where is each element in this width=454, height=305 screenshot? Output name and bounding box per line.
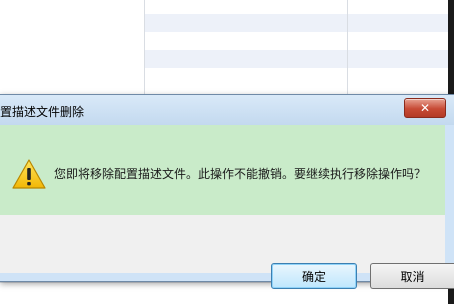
background-table-row [145,50,448,68]
background-table-row [145,14,448,32]
warning-icon [12,159,46,189]
ok-button[interactable]: 确定 [271,263,357,289]
dialog-body: 您即将移除配置描述文件。此操作不能撤销。要继续执行移除操作吗？ 确定 取消 [0,125,454,289]
cancel-button[interactable]: 取消 [370,263,454,289]
close-button[interactable]: ✕ [404,98,446,118]
close-icon: ✕ [419,101,431,115]
confirmation-message: 您即将移除配置描述文件。此操作不能撤销。要继续执行移除操作吗？ [54,167,427,181]
message-area: 您即将移除配置描述文件。此操作不能撤销。要继续执行移除操作吗？ [0,125,445,215]
dialog-title: 置描述文件删除 [0,105,85,119]
dialog-titlebar[interactable]: 置描述文件删除 ✕ [0,95,454,125]
delete-profile-dialog: 置描述文件删除 ✕ 您即将移除配置描述文件。此操作不能撤销。要继续执行移除操作吗… [0,94,454,289]
